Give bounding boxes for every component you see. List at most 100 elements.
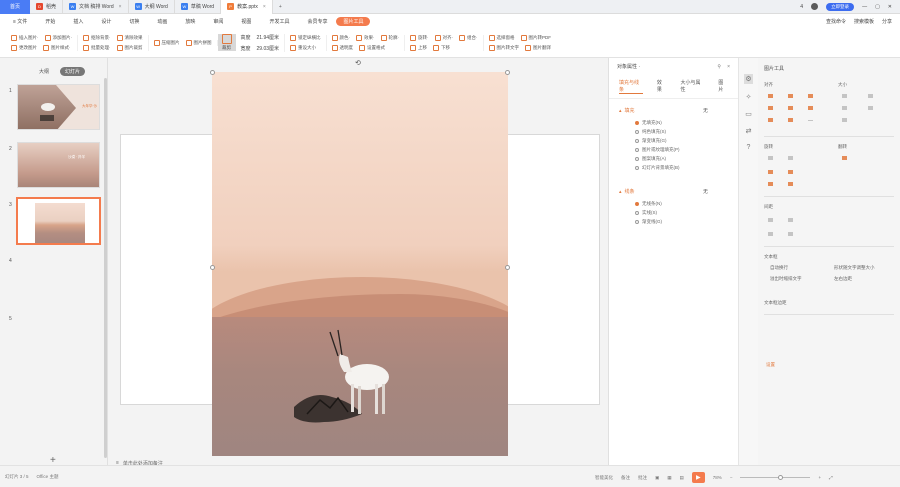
order-icon[interactable] [788,182,793,186]
close-icon[interactable]: × [263,4,266,10]
fill-value[interactable]: 无 [703,107,708,114]
spacing-icon[interactable] [788,218,793,222]
remove-background-button[interactable]: 抠除背景· [83,34,111,41]
size-icon[interactable] [842,106,847,110]
rotate-button[interactable]: 旋转· [410,34,429,41]
picture-style-button[interactable]: 图片样式· [43,44,71,51]
line-option-gradient[interactable]: 渐变线(G) [609,217,738,226]
menu-item[interactable]: 动画 [148,18,176,25]
menu-item[interactable]: 视图 [232,18,260,25]
line-value[interactable]: 无 [703,188,708,195]
order-icon[interactable] [788,170,793,174]
compress-picture-button[interactable]: 压缩图片 [153,39,180,46]
align-icon[interactable] [788,106,793,110]
size-icon[interactable] [842,94,847,98]
resize-handle[interactable] [505,70,510,75]
share-button[interactable]: 分享 [882,18,892,25]
outline-button[interactable]: 轮廓· [380,34,399,41]
close-window-icon[interactable]: ✕ [888,4,892,10]
picture-to-pdf-button[interactable]: 图片转PDF [520,34,551,41]
spacing-icon[interactable] [768,232,773,236]
menu-item[interactable]: 设计 [92,18,120,25]
picture-translate-button[interactable]: 图片翻译 [525,44,551,51]
tab-doc-3[interactable]: W 草稿 Word [175,0,222,14]
new-tab-button[interactable]: + [273,4,288,10]
pin-icon[interactable]: ⚲ [717,64,721,70]
distribute-icon[interactable] [768,118,773,122]
fill-option-gradient[interactable]: 渐变填充(G) [609,136,738,145]
resize-handle[interactable] [210,265,215,270]
resize-handle[interactable] [505,265,510,270]
clear-effect-button[interactable]: 清除效果 [116,34,143,41]
tab-home[interactable]: 首页 [0,0,30,14]
spacing-icon[interactable] [768,218,773,222]
menu-item[interactable]: 审阅 [204,18,232,25]
fill-option-solid[interactable]: 纯色填充(S) [609,127,738,136]
tab-effect[interactable]: 效果 [657,79,667,94]
fill-section-header[interactable]: ▴ 填充 无 [609,99,738,118]
smart-beautify-button[interactable]: 智能美化 [595,475,613,481]
crop-button[interactable]: 裁剪 [217,34,236,51]
size-icon[interactable] [842,118,847,122]
picture-crop-button[interactable]: 图片裁剪 [116,44,143,51]
fill-option-none[interactable]: 无填充(N) [609,118,738,127]
transform-icon[interactable]: ⇄ [746,127,752,135]
zoom-in-icon[interactable]: + [818,475,821,480]
tab-doc-daoke[interactable]: D 稻壳 [30,0,64,14]
rotate-handle-icon[interactable]: ⟲ [355,59,361,67]
textbox-option[interactable]: 溢出时缩排文字 [770,276,802,282]
batch-process-button[interactable]: 批量处理· [83,44,111,51]
search-command[interactable]: 查找命令 [826,18,846,25]
rotate-icon[interactable] [768,156,773,160]
zoom-knob[interactable] [778,475,784,480]
normal-view-icon[interactable]: ▣ [655,475,659,481]
comments-button[interactable]: 批注 [638,475,647,481]
slide-pane-scrollbar[interactable] [104,78,107,458]
style-icon[interactable]: ✧ [746,93,752,101]
slide-thumbnail-1[interactable]: 大年华·沙 [17,84,100,130]
tab-fill-line[interactable]: 填充与线条 [619,79,643,94]
fill-option-pattern[interactable]: 图案填充(A) [609,154,738,163]
selected-picture[interactable] [212,72,508,456]
reading-view-icon[interactable]: ▤ [680,475,684,481]
menu-item[interactable]: 切换 [120,18,148,25]
send-backward-button[interactable]: 下移 [433,44,450,51]
avatar[interactable] [811,3,819,10]
login-button[interactable]: 立即登录 [826,2,855,11]
slide-thumbnail-2[interactable]: 沙漠 · 羚羊 [17,142,100,188]
width-input[interactable]: 29.03厘米 [257,45,280,52]
sorter-view-icon[interactable]: ▦ [667,475,671,481]
maximize-icon[interactable]: ▢ [875,4,880,10]
picture-to-text-button[interactable]: 图片转文字 [488,44,519,51]
close-icon[interactable]: × [119,4,122,10]
size-icon[interactable] [868,106,873,110]
minimize-icon[interactable]: — [862,4,867,10]
selection-pane-button[interactable]: 选择窗格 [488,34,515,41]
close-icon[interactable]: × [727,64,730,70]
spacing-icon[interactable] [788,232,793,236]
menu-item[interactable]: 会员专享 [298,18,336,25]
order-icon[interactable] [768,170,773,174]
align-icon[interactable] [808,106,813,110]
distribute-icon[interactable] [808,120,813,121]
play-button[interactable]: ▶ [691,472,705,483]
fill-option-background[interactable]: 幻灯片背景填充(B) [609,163,738,172]
transparency-button[interactable]: 透明度 [331,44,353,51]
color-button[interactable]: 颜色· [331,34,350,41]
zoom-level[interactable]: 78% [713,475,722,480]
tab-picture[interactable]: 图片 [718,79,728,94]
align-button[interactable]: 对齐· [434,34,453,41]
insert-picture-button[interactable]: 插入图片· [11,34,39,41]
picture-collage-button[interactable]: 图片拼图 [185,39,212,46]
align-icon[interactable] [768,106,773,110]
flip-icon[interactable] [842,156,847,160]
menu-item[interactable]: 开始 [36,18,64,25]
menu-picture-tools[interactable]: 图片工具 [336,16,371,26]
line-option-solid[interactable]: 实线(S) [609,208,738,217]
menu-item[interactable]: 开发工具 [260,18,298,25]
layout-icon[interactable]: ▭ [745,110,752,118]
rotate-icon[interactable] [788,156,793,160]
fill-option-picture[interactable]: 图片或纹理填充(P) [609,145,738,154]
settings-link[interactable]: 设置 [766,362,775,368]
align-icon[interactable] [768,94,773,98]
